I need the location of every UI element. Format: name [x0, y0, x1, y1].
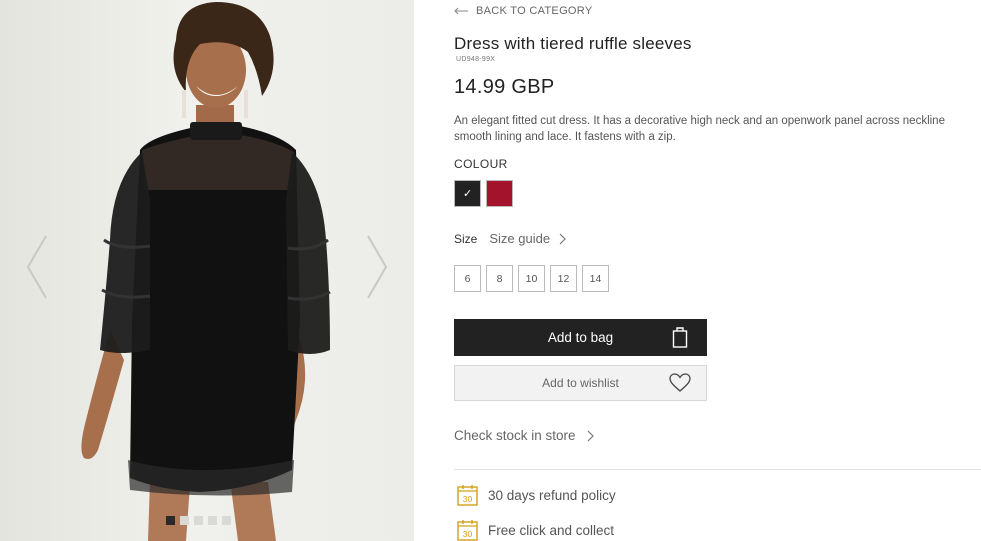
- add-to-wishlist-button[interactable]: Add to wishlist: [454, 365, 707, 401]
- size-option-6[interactable]: 6: [454, 265, 481, 292]
- calendar-30-icon: 30: [457, 520, 478, 541]
- perk-click-and-collect: 30 Free click and collect: [457, 519, 614, 541]
- back-to-category-link[interactable]: BACK TO CATEGORY: [454, 5, 592, 17]
- product-sku: UD948-99X: [456, 56, 496, 63]
- colour-label: COLOUR: [454, 157, 508, 171]
- colour-swatch-red[interactable]: [486, 180, 513, 207]
- size-option-10[interactable]: 10: [518, 265, 545, 292]
- add-to-bag-label: Add to bag: [547, 330, 614, 345]
- size-option-14[interactable]: 14: [582, 265, 609, 292]
- colour-swatches: ✓: [454, 180, 513, 207]
- divider: [454, 469, 981, 470]
- chevron-right-icon: [367, 235, 388, 299]
- product-gallery: [0, 0, 414, 541]
- size-row: Size Size guide: [454, 231, 566, 246]
- gallery-dot[interactable]: [222, 516, 231, 525]
- chevron-right-icon: [587, 430, 594, 441]
- perk-label: Free click and collect: [488, 522, 615, 538]
- gallery-dot[interactable]: [180, 516, 189, 525]
- size-options: 6 8 10 12 14: [454, 265, 609, 292]
- check-stock-label: Check stock in store: [454, 428, 576, 443]
- size-guide-label: Size guide: [489, 231, 551, 246]
- arrow-left-icon: [454, 7, 468, 15]
- calendar-icon-text: 30: [463, 494, 473, 504]
- gallery-dot[interactable]: [166, 516, 175, 525]
- gallery-prev-button[interactable]: [24, 232, 52, 302]
- product-title: Dress with tiered ruffle sleeves: [454, 34, 692, 53]
- gallery-dot[interactable]: [208, 516, 217, 525]
- shopping-bag-icon: [672, 327, 688, 348]
- size-label: Size: [454, 231, 478, 246]
- product-photo: [81, 2, 331, 541]
- perk-label: 30 days refund policy: [488, 487, 616, 503]
- product-description: An elegant fitted cut dress. It has a de…: [454, 115, 945, 143]
- colour-swatch-black[interactable]: ✓: [454, 180, 481, 207]
- calendar-icon-text: 30: [463, 529, 473, 539]
- size-guide-link[interactable]: Size guide: [489, 231, 566, 246]
- chevron-right-icon: [559, 233, 566, 244]
- check-stock-link[interactable]: Check stock in store: [454, 428, 594, 443]
- chevron-left-icon: [26, 235, 47, 299]
- gallery-pagination: [166, 516, 231, 525]
- check-icon: ✓: [463, 188, 473, 200]
- heart-icon: [669, 373, 691, 392]
- calendar-30-icon: 30: [457, 485, 478, 506]
- back-label: BACK TO CATEGORY: [476, 5, 593, 17]
- product-price: 14.99 GBP: [454, 76, 555, 98]
- gallery-dot[interactable]: [194, 516, 203, 525]
- size-option-12[interactable]: 12: [550, 265, 577, 292]
- perk-refund-policy: 30 30 days refund policy: [457, 484, 616, 506]
- size-option-8[interactable]: 8: [486, 265, 513, 292]
- add-to-bag-button[interactable]: Add to bag: [454, 319, 707, 356]
- product-details: BACK TO CATEGORY Dress with tiered ruffl…: [454, 0, 981, 541]
- gallery-next-button[interactable]: [362, 232, 390, 302]
- add-to-wishlist-label: Add to wishlist: [542, 376, 619, 390]
